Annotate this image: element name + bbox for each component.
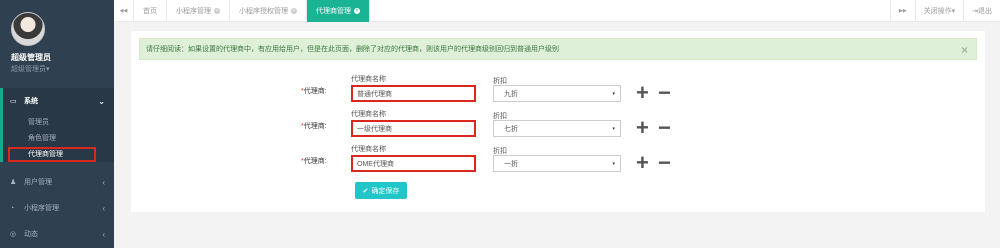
row-label-text: 代理商: [303, 158, 327, 165]
tab-bar: ◀◀ 首页 小程序管理 × 小程序授权管理 × 代理商管理 × ▶▶ 关闭操作 ▾ ⇥ 退… [114, 0, 1000, 22]
user-role: 超级管理员 [11, 66, 46, 73]
save-button[interactable]: ✔ 确定保存 [355, 182, 407, 199]
subnav-item-roles[interactable]: 角色管理 [3, 130, 114, 146]
close-ops-label: 关闭操作 [923, 8, 952, 15]
remove-row-button[interactable]: − [658, 82, 671, 104]
tabs-prev-button[interactable]: ◀◀ [114, 0, 134, 22]
chevron-left-icon: ‹ [102, 229, 105, 239]
agent-name-value: 普通代理商 [357, 90, 392, 98]
close-icon[interactable]: × [291, 7, 297, 14]
tab-agent-management[interactable]: 代理商管理 × [307, 0, 370, 22]
add-row-button[interactable]: + [636, 152, 649, 174]
discount-select[interactable]: 一折 ▾ [493, 155, 621, 172]
user-name: 超级管理员 [11, 53, 51, 62]
highlight-box [8, 147, 96, 162]
circle-icon: ◎ [10, 231, 17, 238]
agent-name-label: 代理商名称 [351, 76, 386, 83]
tab-mini-program-management[interactable]: 小程序管理 × [167, 0, 230, 22]
logout-button[interactable]: ⇥ 退出 [963, 0, 1000, 22]
tab-label: 小程序管理 [176, 7, 211, 15]
wechat-icon: ◔ [10, 204, 15, 212]
agent-row: *代理商: 代理商名称 普通代理商 折扣 九折 ▾ + − [131, 74, 985, 106]
close-icon[interactable]: × [214, 7, 220, 14]
nav-item-label: 动态 [24, 231, 38, 238]
row-label-text: 代理商: [303, 123, 327, 130]
nav-item-label: 用户管理 [24, 179, 52, 186]
tab-bar-actions: ▶▶ 关闭操作 ▾ ⇥ 退出 [889, 0, 1000, 22]
discount-value: 一折 [504, 160, 518, 168]
tab-mini-program-auth[interactable]: 小程序授权管理 × [230, 0, 307, 22]
row-label: *代理商: [301, 156, 327, 166]
discount-value: 七折 [504, 125, 518, 133]
check-icon: ✔ [362, 187, 369, 195]
desktop-icon: ▭ [10, 98, 17, 105]
agent-name-value: 一级代理商 [357, 125, 392, 133]
nav-item-label: 系统 [24, 98, 38, 105]
discount-select[interactable]: 九折 ▾ [493, 85, 621, 102]
nav-item-label: 小程序管理 [24, 205, 59, 212]
remove-row-button[interactable]: − [658, 117, 671, 139]
notice-alert: 请仔细阅读：如果设置的代理商中，有应用给用户，但是在此页面，删除了对应的代理商，… [139, 38, 977, 60]
agent-name-input[interactable]: OME代理商 [351, 155, 476, 172]
nav-item-users[interactable]: ♟ 用户管理 ‹ [0, 169, 114, 195]
agent-name-value: OME代理商 [357, 160, 394, 168]
content-panel: 请仔细阅读：如果设置的代理商中，有应用给用户，但是在此页面，删除了对应的代理商，… [131, 31, 985, 212]
chevron-left-icon: ‹ [102, 203, 105, 213]
sidebar: 超级管理员 超级管理员▾ ▭ 系统 ⌄ 管理员 角色管理 代理商管理 ♟ 用户管… [0, 0, 114, 248]
add-row-button[interactable]: + [636, 82, 649, 104]
agent-name-label: 代理商名称 [351, 111, 386, 118]
double-right-icon: ▶▶ [898, 8, 907, 14]
alert-text: 请仔细阅读：如果设置的代理商中，有应用给用户，但是在此页面，删除了对应的代理商，… [146, 46, 559, 53]
close-operations-dropdown[interactable]: 关闭操作 ▾ [914, 0, 964, 22]
tabs-next-button[interactable]: ▶▶ [889, 0, 915, 22]
agent-name-input[interactable]: 普通代理商 [351, 85, 476, 102]
user-role-dropdown[interactable]: 超级管理员▾ [11, 64, 114, 74]
user-profile: 超级管理员 超级管理员▾ [0, 0, 114, 86]
logout-label: 退出 [978, 8, 992, 15]
tab-label: 首页 [143, 7, 157, 15]
chevron-down-icon: ⌄ [98, 96, 105, 106]
double-left-icon: ◀◀ [119, 7, 128, 14]
discount-select[interactable]: 七折 ▾ [493, 120, 621, 137]
agent-row: *代理商: 代理商名称 一级代理商 折扣 七折 ▾ + − [131, 109, 985, 141]
nav-item-moments[interactable]: ◎ 动态 ‹ [0, 221, 114, 247]
agent-name-label: 代理商名称 [351, 146, 386, 153]
nav-item-system[interactable]: ▭ 系统 ⌄ [0, 88, 114, 114]
subnav-item-admins[interactable]: 管理员 [3, 114, 114, 130]
system-submenu: 管理员 角色管理 代理商管理 [0, 114, 114, 162]
user-icon: ♟ [10, 179, 17, 186]
subnav-item-agents[interactable]: 代理商管理 [3, 146, 114, 162]
tab-label: 小程序授权管理 [239, 7, 288, 15]
caret-down-icon: ▾ [46, 66, 50, 73]
nav-item-mini-programs[interactable]: ◔ 小程序管理 ‹ [0, 195, 114, 221]
close-icon[interactable]: × [354, 7, 360, 14]
remove-row-button[interactable]: − [658, 152, 671, 174]
avatar[interactable] [11, 12, 45, 46]
close-icon[interactable]: × [961, 43, 968, 57]
tab-label: 代理商管理 [316, 7, 351, 15]
caret-down-icon: ▾ [612, 91, 615, 97]
caret-down-icon: ▾ [612, 126, 615, 132]
row-label: *代理商: [301, 121, 327, 131]
add-row-button[interactable]: + [636, 117, 649, 139]
row-label-text: 代理商: [303, 88, 327, 95]
agent-name-input[interactable]: 一级代理商 [351, 120, 476, 137]
save-label: 确定保存 [371, 187, 400, 195]
chevron-left-icon: ‹ [102, 177, 105, 187]
agent-row: *代理商: 代理商名称 OME代理商 折扣 一折 ▾ + − [131, 144, 985, 176]
discount-value: 九折 [504, 90, 518, 98]
tab-home[interactable]: 首页 [134, 0, 167, 22]
row-label: *代理商: [301, 86, 327, 96]
caret-down-icon: ▾ [951, 8, 956, 15]
caret-down-icon: ▾ [612, 161, 615, 167]
